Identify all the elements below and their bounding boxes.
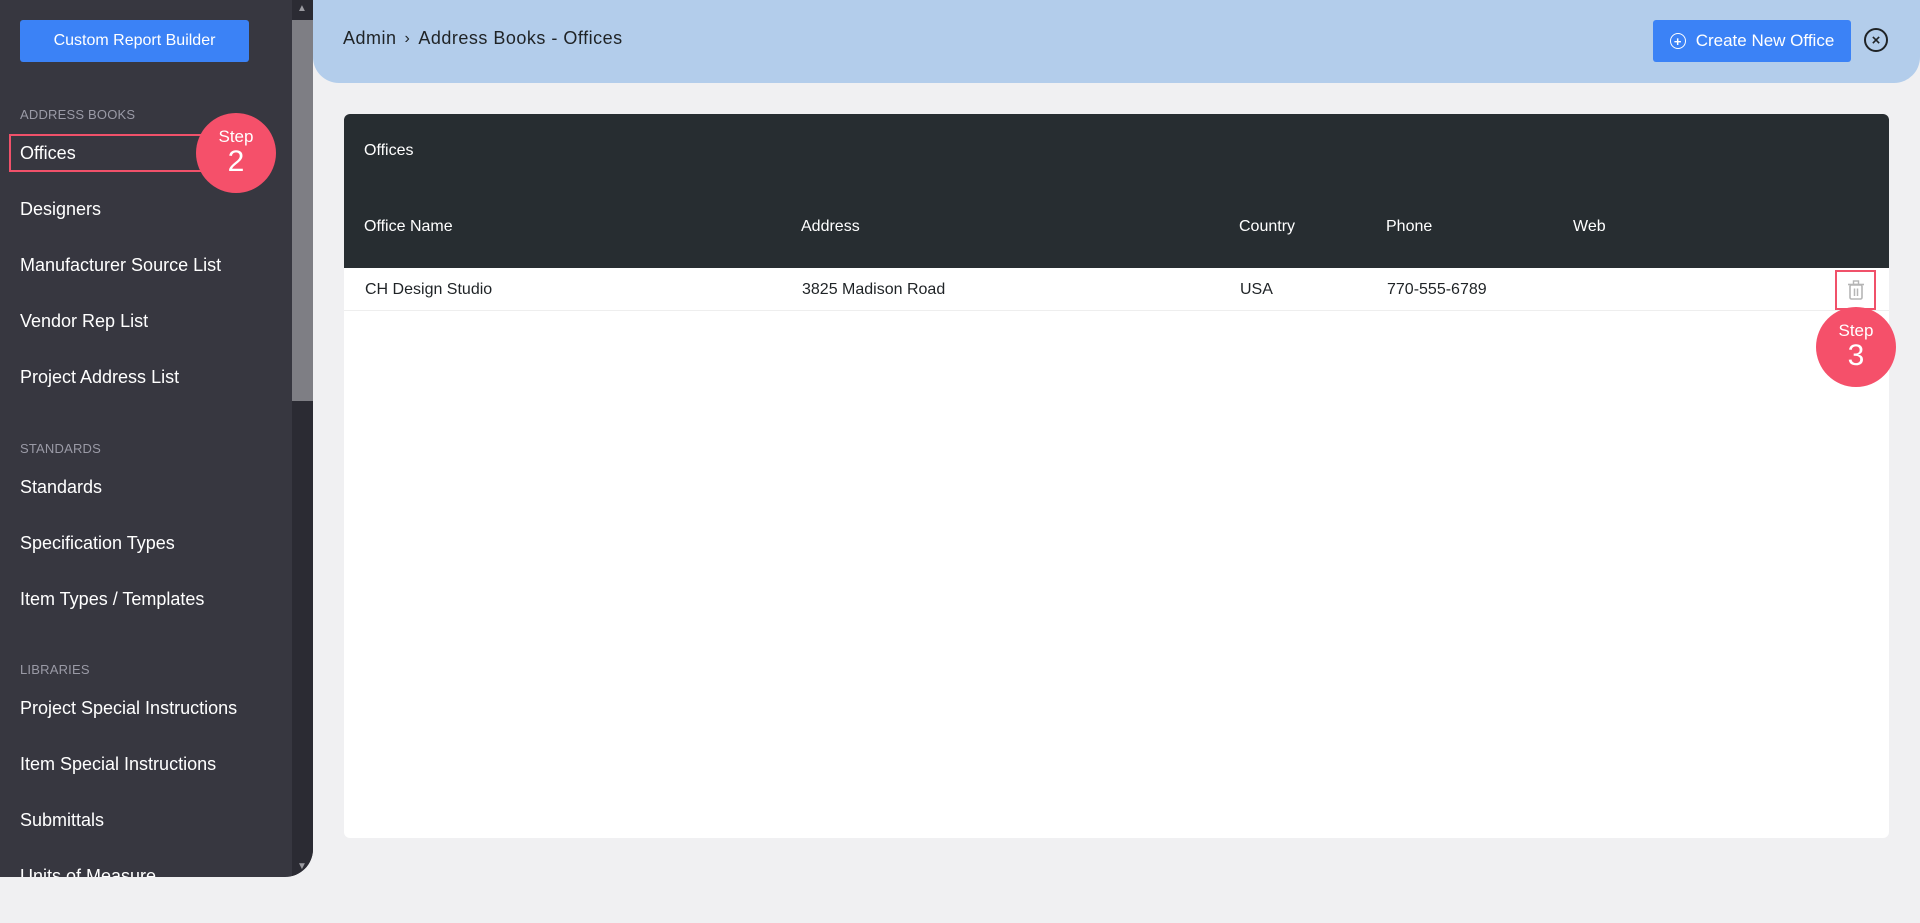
page-header: Admin › Address Books - Offices + Create… — [313, 0, 1920, 83]
create-new-office-button[interactable]: + Create New Office — [1653, 20, 1851, 62]
column-header-country[interactable]: Country — [1239, 218, 1295, 236]
sidebar-item-submittals[interactable]: Submittals — [20, 810, 104, 831]
table-row[interactable]: CH Design Studio 3825 Madison Road USA 7… — [344, 268, 1889, 311]
scroll-up-arrow-icon[interactable]: ▲ — [293, 2, 311, 16]
sidebar-item-project-special-instructions[interactable]: Project Special Instructions — [20, 698, 237, 719]
section-label-address-books: ADDRESS BOOKS — [20, 107, 136, 122]
sidebar-item-designers[interactable]: Designers — [20, 199, 101, 220]
sidebar-item-specification-types[interactable]: Specification Types — [20, 533, 175, 554]
cell-country: USA — [1240, 281, 1273, 298]
breadcrumb-current: Address Books - Offices — [418, 28, 623, 48]
step-2-word: Step — [218, 127, 254, 146]
step-2-number: 2 — [227, 145, 245, 178]
sidebar-item-vendor-rep-list[interactable]: Vendor Rep List — [20, 311, 148, 332]
offices-highlight-annotation — [9, 134, 209, 172]
sidebar-item-manufacturer-source-list[interactable]: Manufacturer Source List — [20, 255, 221, 276]
offices-table-card: Offices Office Name Address Country Phon… — [344, 114, 1889, 838]
sidebar-item-units-of-measure[interactable]: Units of Measure — [20, 866, 156, 877]
table-title: Offices — [364, 142, 414, 159]
breadcrumb: Admin › Address Books - Offices — [343, 28, 623, 49]
trash-icon — [1847, 280, 1864, 300]
close-circle-icon[interactable]: × — [1864, 28, 1888, 52]
plus-circle-icon: + — [1669, 33, 1686, 49]
step-3-badge: Step 3 — [1816, 307, 1896, 387]
delete-button[interactable] — [1835, 270, 1876, 310]
sidebar-item-project-address-list[interactable]: Project Address List — [20, 367, 179, 388]
column-header-web[interactable]: Web — [1573, 218, 1606, 236]
column-header-office-name[interactable]: Office Name — [364, 218, 453, 236]
breadcrumb-admin[interactable]: Admin — [343, 28, 397, 49]
sidebar-scrollbar-thumb[interactable] — [292, 20, 313, 401]
sidebar-item-item-special-instructions[interactable]: Item Special Instructions — [20, 754, 216, 775]
step-3-word: Step — [1838, 321, 1874, 340]
cell-phone: 770-555-6789 — [1387, 281, 1487, 298]
column-header-phone[interactable]: Phone — [1386, 218, 1432, 236]
cell-office-name: CH Design Studio — [365, 281, 493, 298]
step-3-number: 3 — [1847, 339, 1865, 372]
sidebar-item-standards[interactable]: Standards — [20, 477, 102, 498]
cell-address: 3825 Madison Road — [802, 281, 946, 298]
section-label-libraries: LIBRARIES — [20, 662, 90, 677]
column-header-address[interactable]: Address — [801, 218, 860, 236]
section-label-standards: STANDARDS — [20, 441, 102, 456]
chevron-right-icon: › — [404, 29, 411, 47]
custom-report-builder-button[interactable]: Custom Report Builder — [20, 20, 249, 62]
sidebar-item-item-types-templates[interactable]: Item Types / Templates — [20, 589, 204, 610]
create-new-office-label: Create New Office — [1695, 31, 1835, 50]
table-header: Offices Office Name Address Country Phon… — [344, 114, 1889, 268]
scroll-down-arrow-icon[interactable]: ▼ — [293, 860, 311, 874]
step-2-badge: Step 2 — [196, 113, 276, 193]
